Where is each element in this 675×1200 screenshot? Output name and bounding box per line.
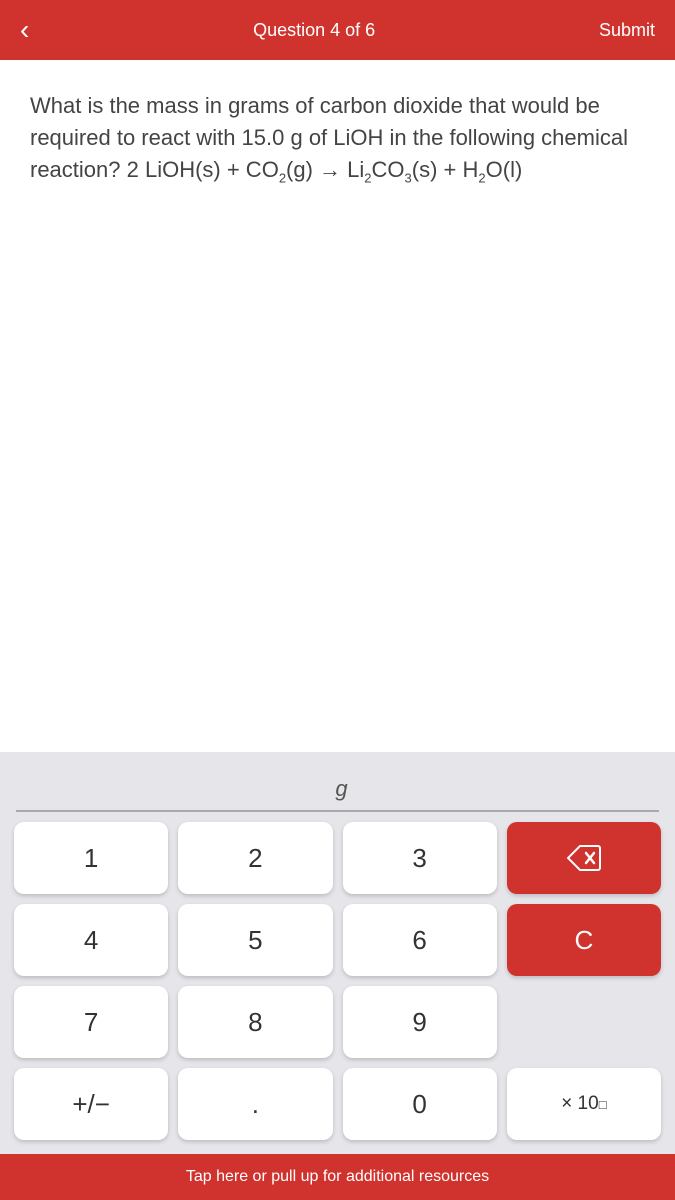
key-backspace[interactable] [507,822,661,894]
key-1[interactable]: 1 [14,822,168,894]
key-7[interactable]: 7 [14,986,168,1058]
header: ‹ Question 4 of 6 Submit [0,0,675,60]
key-decimal[interactable]: . [178,1068,332,1140]
key-empty [507,986,661,1058]
question-progress: Question 4 of 6 [253,20,375,41]
submit-button[interactable]: Submit [599,20,655,41]
keypad: 1 2 3 4 5 6 C 7 8 9 +/− . 0 × 10 □ [0,812,675,1154]
question-area: What is the mass in grams of carbon diox… [0,60,675,480]
tap-bar-label: Tap here or pull up for additional resou… [186,1168,489,1185]
key-clear[interactable]: C [507,904,661,976]
key-5[interactable]: 5 [178,904,332,976]
tap-bar[interactable]: Tap here or pull up for additional resou… [0,1154,675,1200]
key-0[interactable]: 0 [343,1068,497,1140]
calculator: g 1 2 3 4 5 6 C 7 8 9 +/− . 0 × 10 □ [0,752,675,1154]
key-4[interactable]: 4 [14,904,168,976]
back-button[interactable]: ‹ [20,16,29,44]
key-9[interactable]: 9 [343,986,497,1058]
key-plus-minus[interactable]: +/− [14,1068,168,1140]
key-3[interactable]: 3 [343,822,497,894]
key-6[interactable]: 6 [343,904,497,976]
key-8[interactable]: 8 [178,986,332,1058]
key-2[interactable]: 2 [178,822,332,894]
answer-display: g [16,752,659,812]
key-x10[interactable]: × 10 □ [507,1068,661,1140]
answer-unit: g [335,776,347,802]
spacer [0,480,675,752]
question-text: What is the mass in grams of carbon diox… [30,90,645,188]
